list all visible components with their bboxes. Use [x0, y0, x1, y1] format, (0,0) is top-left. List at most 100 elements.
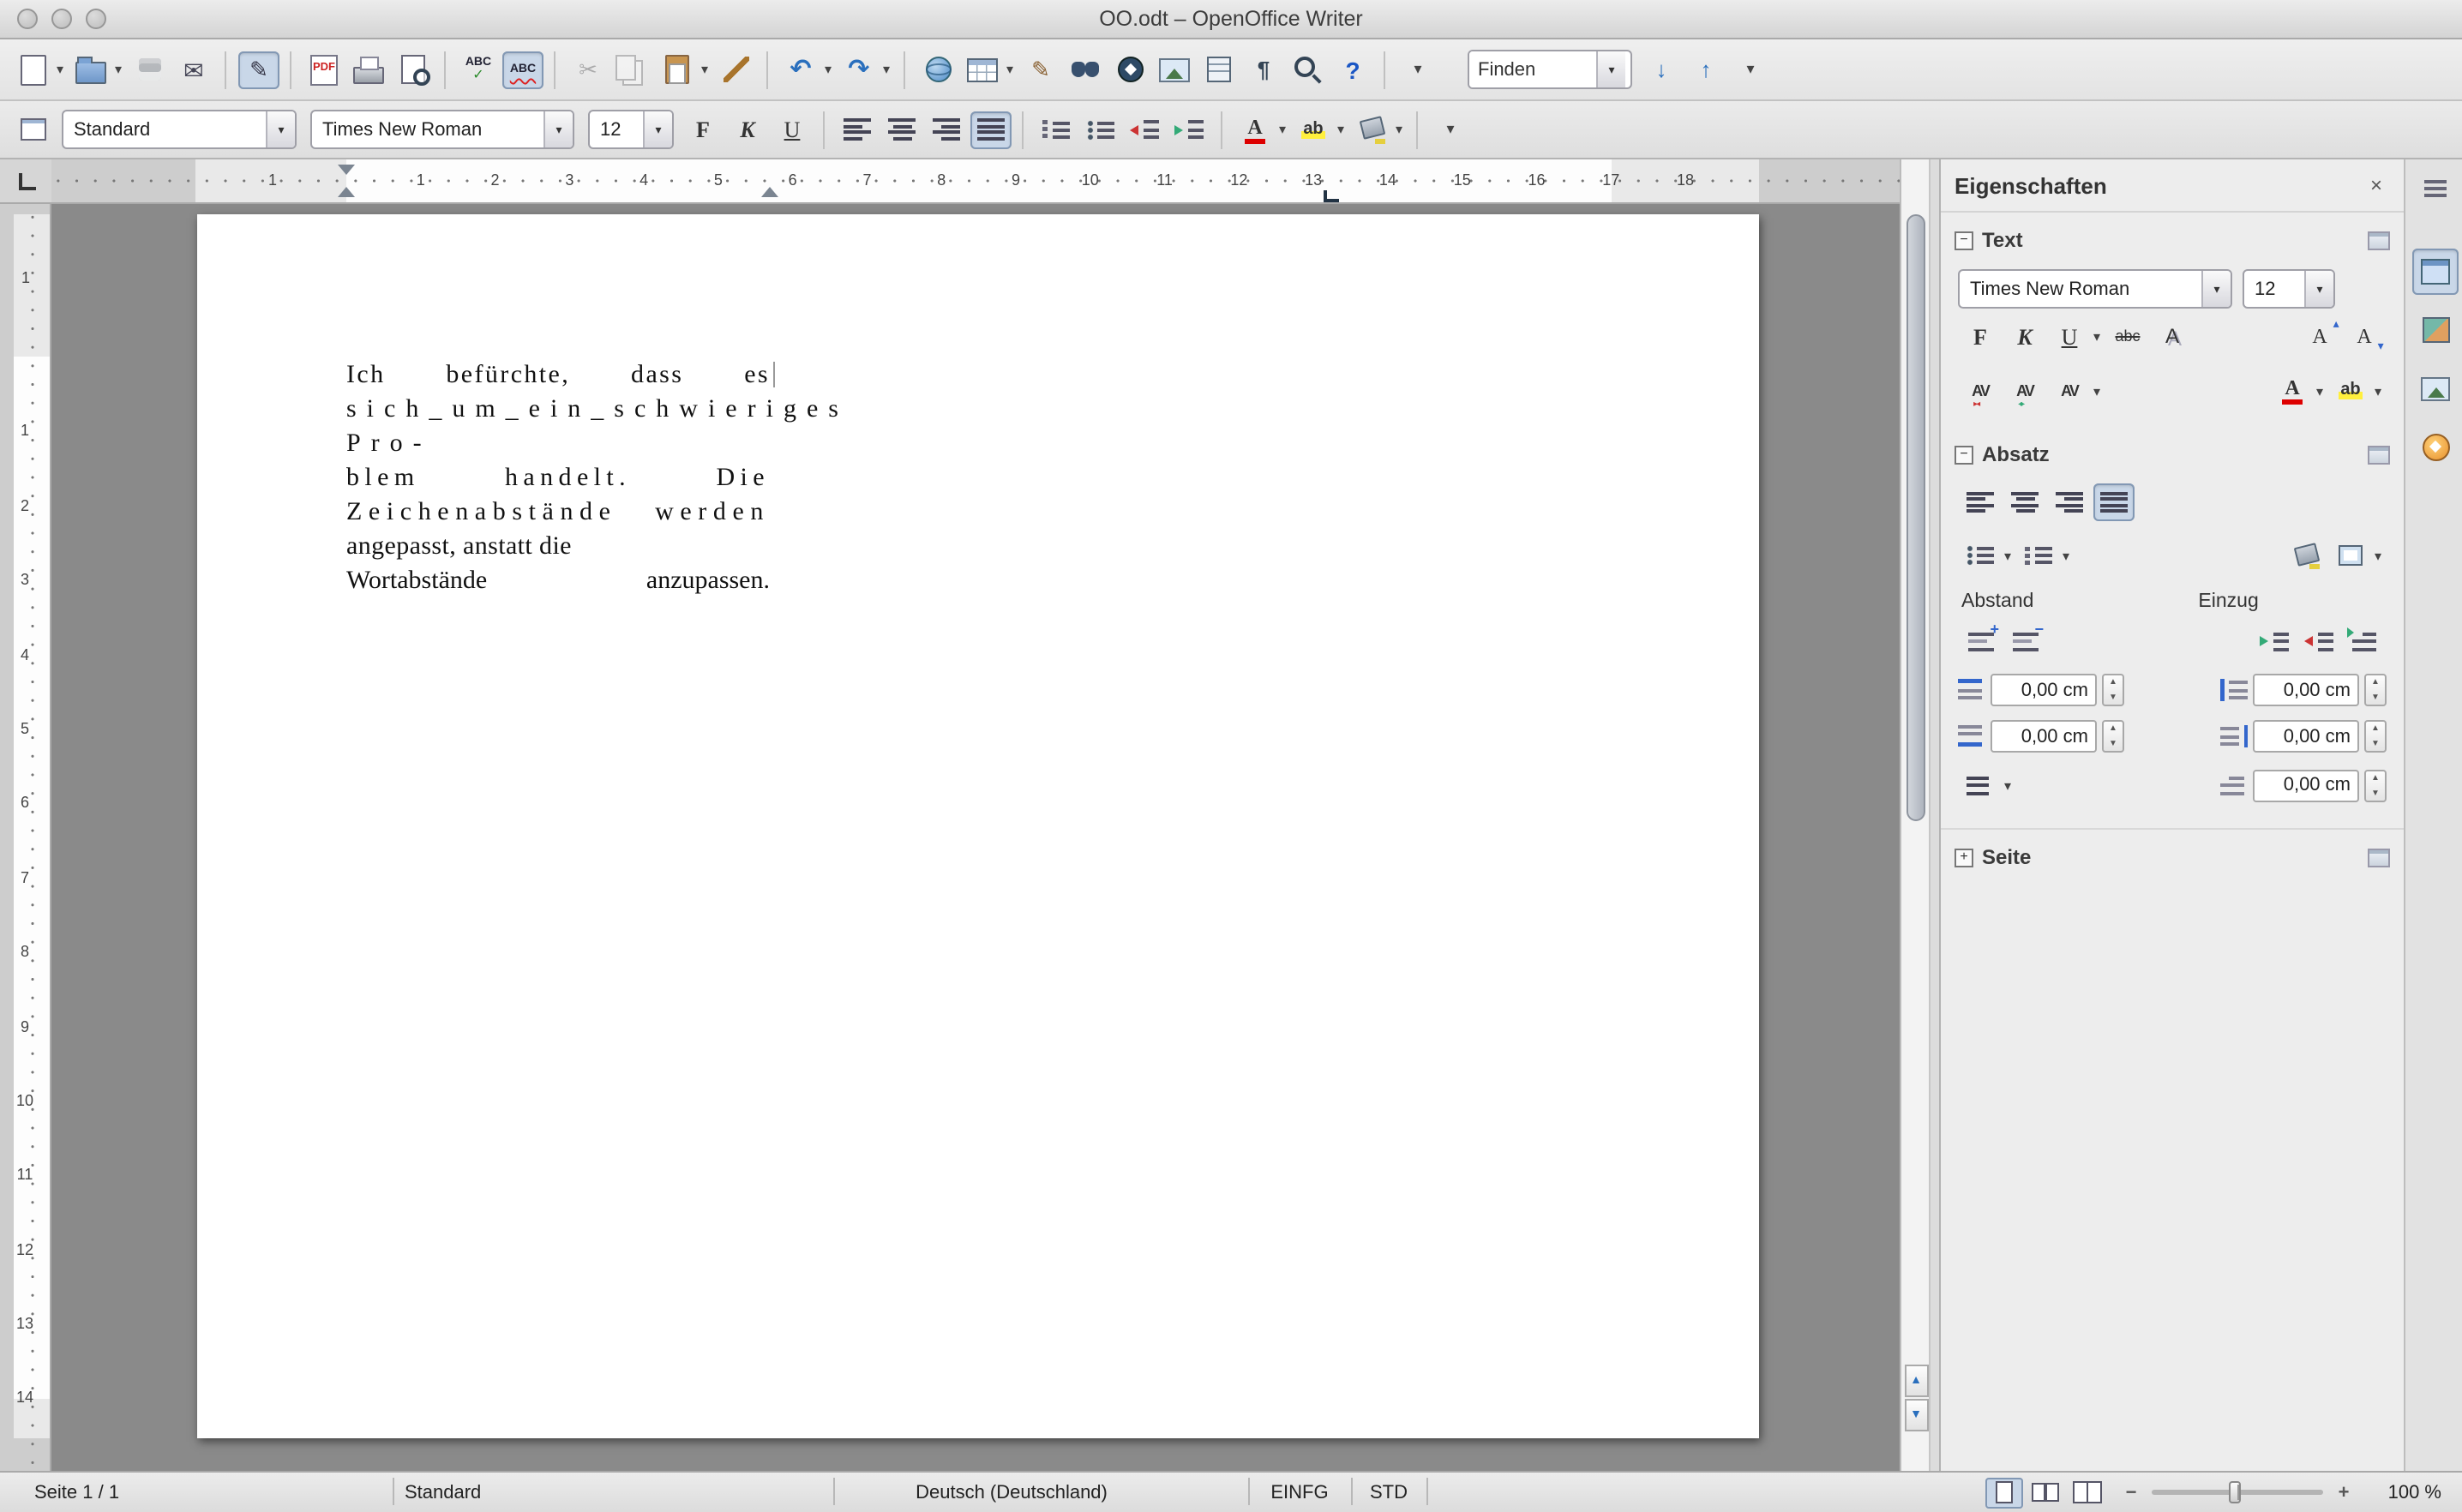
- align-left-button[interactable]: [1960, 483, 2001, 521]
- first-line-indent-field[interactable]: 0,00 cm: [2253, 769, 2359, 801]
- paragraph-background-button[interactable]: [2285, 537, 2327, 574]
- align-right-button[interactable]: [926, 111, 967, 148]
- collapse-icon[interactable]: −: [1955, 231, 1973, 249]
- document-line[interactable]: Wortabstände anzupassen.: [346, 564, 770, 598]
- toolbar-more-icon[interactable]: ▾: [1397, 51, 1438, 88]
- before-indent-stepper[interactable]: [2364, 674, 2387, 706]
- zoom-in-button[interactable]: +: [2332, 1482, 2356, 1503]
- before-indent-field[interactable]: 0,00 cm: [2253, 674, 2359, 706]
- previous-page-button[interactable]: ▲: [1904, 1365, 1928, 1397]
- format-paintbrush-icon[interactable]: [715, 51, 768, 88]
- decrease-indent-button[interactable]: [2299, 622, 2340, 660]
- font-size-select[interactable]: 12: [588, 110, 674, 149]
- cut-icon[interactable]: ✂: [567, 51, 609, 88]
- zoom-slider-thumb[interactable]: [2229, 1481, 2241, 1503]
- selection-mode-status[interactable]: STD: [1358, 1473, 1420, 1512]
- styles-window-icon[interactable]: [12, 111, 53, 148]
- find-previous-button[interactable]: ↑: [1685, 51, 1726, 88]
- find-dropdown-icon[interactable]: [1596, 51, 1625, 87]
- scrollbar-thumb[interactable]: [1906, 214, 1925, 821]
- language-status[interactable]: Deutsch (Deutschland): [857, 1473, 1166, 1512]
- increase-paragraph-spacing-button[interactable]: [1960, 622, 2001, 660]
- after-indent-stepper[interactable]: [2364, 720, 2387, 753]
- numbering-button[interactable]: [2018, 537, 2073, 574]
- page-count-status[interactable]: Seite 1 / 1: [34, 1473, 119, 1512]
- zoom-level-status[interactable]: 100 %: [2388, 1473, 2441, 1512]
- shadow-button[interactable]: A: [2152, 317, 2193, 355]
- nonprinting-characters-icon[interactable]: ¶: [1243, 51, 1284, 88]
- page-preview-icon[interactable]: [393, 51, 446, 88]
- minimize-window-button[interactable]: [51, 9, 72, 29]
- draw-functions-icon[interactable]: ✎: [1020, 51, 1061, 88]
- document-line[interactable]: angepasst, anstatt die: [346, 530, 770, 564]
- hanging-indent-button[interactable]: [2344, 622, 2385, 660]
- print-icon[interactable]: [348, 51, 389, 88]
- next-page-button[interactable]: ▼: [1904, 1399, 1928, 1431]
- navigator-tab[interactable]: [2412, 423, 2459, 470]
- align-center-button[interactable]: [2004, 483, 2045, 521]
- bullets-button[interactable]: [1080, 111, 1121, 148]
- numbering-button[interactable]: [1036, 111, 1077, 148]
- increase-indent-button[interactable]: [1169, 111, 1222, 148]
- save-icon[interactable]: [129, 51, 170, 88]
- document-line[interactable]: Ich befürchte, dass es: [346, 358, 770, 393]
- zoom-icon[interactable]: [1288, 51, 1329, 88]
- background-color-button[interactable]: [1351, 111, 1418, 148]
- sidebar-font-name-select[interactable]: Times New Roman: [1958, 269, 2232, 309]
- chevron-down-icon[interactable]: [2304, 271, 2333, 307]
- document-line[interactable]: sich_um_ein_schwieriges Pro-: [346, 393, 838, 461]
- increase-font-button[interactable]: A: [2299, 317, 2340, 355]
- find-next-button[interactable]: ↓: [1641, 51, 1682, 88]
- find-input[interactable]: [1469, 51, 1596, 87]
- underline-button[interactable]: U: [2049, 317, 2104, 355]
- char-spacing-button[interactable]: AV: [2049, 372, 2104, 410]
- text-section-header[interactable]: − Text: [1941, 219, 2404, 261]
- tab-type-selector[interactable]: [0, 159, 51, 204]
- font-name-select[interactable]: Times New Roman: [310, 110, 574, 149]
- font-color-button[interactable]: A: [2272, 372, 2327, 410]
- page-section-header[interactable]: + Seite: [1941, 828, 2404, 878]
- right-indent-marker[interactable]: [761, 187, 778, 197]
- find-replace-icon[interactable]: [1065, 51, 1106, 88]
- chevron-down-icon[interactable]: [543, 111, 573, 147]
- close-window-button[interactable]: [17, 9, 38, 29]
- underline-button[interactable]: U: [772, 111, 825, 148]
- gallery-tab[interactable]: [2412, 365, 2459, 411]
- collapse-icon[interactable]: −: [1955, 445, 1973, 464]
- below-spacing-field[interactable]: 0,00 cm: [1991, 720, 2097, 753]
- page-style-status[interactable]: Standard: [405, 1473, 481, 1512]
- zoom-slider[interactable]: [2152, 1481, 2323, 1503]
- help-icon[interactable]: ?: [1332, 51, 1385, 88]
- export-pdf-icon[interactable]: PDF: [303, 51, 345, 88]
- align-justify-button[interactable]: [970, 111, 1024, 148]
- align-center-button[interactable]: [881, 111, 922, 148]
- highlighting-button[interactable]: ab: [2330, 372, 2385, 410]
- navigator-icon[interactable]: [1109, 51, 1150, 88]
- single-page-view-icon[interactable]: [1985, 1477, 2023, 1508]
- sidebar-font-size-select[interactable]: 12: [2243, 269, 2335, 309]
- toolbar-more-icon[interactable]: ▾: [1430, 111, 1471, 148]
- increase-indent-button[interactable]: [2255, 622, 2296, 660]
- increase-char-spacing-button[interactable]: AV: [2004, 372, 2045, 410]
- document-line[interactable]: blem handelt. Die: [346, 461, 770, 495]
- zoom-window-button[interactable]: [86, 9, 106, 29]
- multi-page-view-icon[interactable]: [2027, 1477, 2064, 1508]
- sidebar-settings-icon[interactable]: [2416, 173, 2453, 204]
- document-page[interactable]: Ich befürchte, dass es sich_um_ein_schwie…: [196, 214, 1759, 1438]
- open-icon[interactable]: [70, 51, 125, 88]
- paragraph-style-select[interactable]: Standard: [62, 110, 297, 149]
- decrease-font-button[interactable]: A: [2344, 317, 2385, 355]
- chevron-down-icon[interactable]: [266, 111, 295, 147]
- styles-tab[interactable]: [2412, 307, 2459, 353]
- undo-icon[interactable]: ↶: [780, 51, 835, 88]
- section-options-icon[interactable]: [2368, 445, 2390, 464]
- hyperlink-icon[interactable]: [917, 51, 958, 88]
- chevron-down-icon[interactable]: [2201, 271, 2231, 307]
- expand-icon[interactable]: +: [1955, 848, 1973, 867]
- chevron-down-icon[interactable]: [643, 111, 672, 147]
- data-sources-icon[interactable]: [1198, 51, 1240, 88]
- tab-stop-marker[interactable]: [1324, 190, 1339, 202]
- section-options-icon[interactable]: [2368, 231, 2390, 249]
- decrease-char-spacing-button[interactable]: AV: [1960, 372, 2001, 410]
- left-indent-marker[interactable]: [338, 187, 355, 197]
